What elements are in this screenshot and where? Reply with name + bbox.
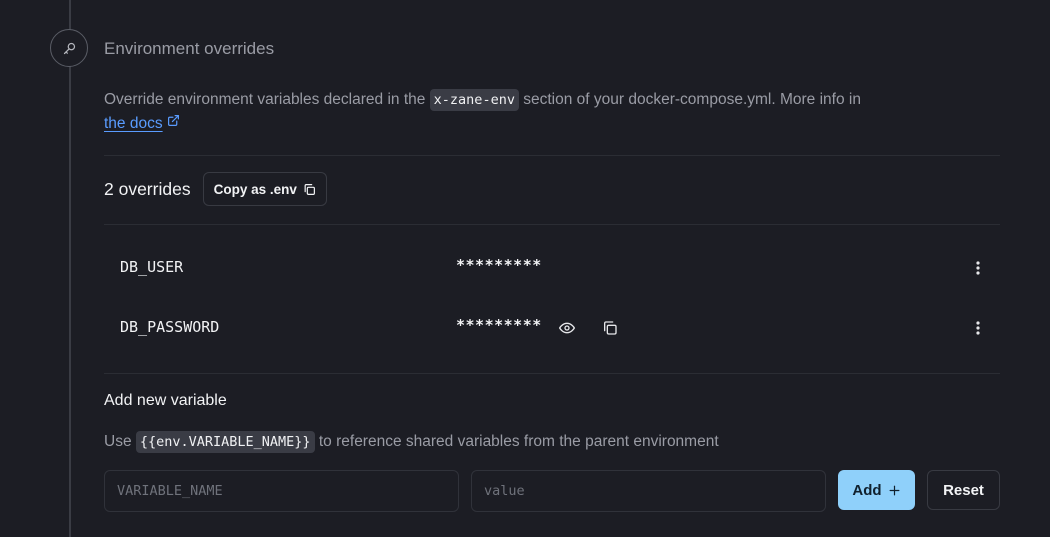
description-text-after: section of your docker-compose.yml. More…	[518, 91, 861, 108]
key-icon	[63, 42, 75, 54]
reset-button[interactable]: Reset	[927, 470, 1000, 510]
overrides-header: 2 overrides Copy as .env	[104, 172, 327, 206]
variable-value: *********	[456, 316, 542, 334]
hint-code-chip: {{env.VARIABLE_NAME}}	[135, 431, 315, 453]
variable-value-input[interactable]	[471, 470, 826, 512]
docs-link[interactable]: the docs	[104, 115, 163, 132]
divider	[104, 373, 1000, 374]
add-variable-title: Add new variable	[104, 392, 227, 409]
more-vertical-icon[interactable]	[970, 318, 986, 338]
hint-text-after: to reference shared variables from the p…	[314, 433, 719, 450]
more-vertical-icon[interactable]	[970, 258, 986, 278]
divider	[104, 224, 1000, 225]
variable-row: DB_USER *********	[104, 248, 1000, 288]
variable-name: DB_USER	[120, 258, 184, 276]
eye-icon[interactable]	[559, 320, 575, 336]
divider	[104, 155, 1000, 156]
copy-as-env-label: Copy as .env	[213, 181, 297, 197]
external-link-icon	[167, 115, 179, 126]
description-text: Override environment variables declared …	[104, 91, 430, 108]
variable-name-input[interactable]	[104, 470, 459, 512]
add-variable-button[interactable]: Add	[838, 470, 915, 510]
environment-overrides-page: Environment overrides Override environme…	[0, 0, 1050, 537]
copy-icon[interactable]	[602, 320, 618, 336]
variable-row: DB_PASSWORD *********	[104, 308, 1000, 348]
section-title: Environment overrides	[104, 39, 275, 58]
timeline-line	[69, 0, 71, 537]
hint-text: Use	[104, 433, 136, 450]
variable-name: DB_PASSWORD	[120, 318, 220, 336]
plus-icon	[889, 485, 900, 495]
add-button-label: Add	[852, 481, 882, 499]
section-description: Override environment variables declared …	[104, 88, 1000, 136]
overrides-count: 2 overrides	[104, 178, 191, 199]
copy-as-env-button[interactable]: Copy as .env	[202, 172, 327, 206]
copy-icon	[304, 183, 315, 195]
variable-value: *********	[456, 256, 542, 274]
add-variable-hint: Use {{env.VARIABLE_NAME}} to reference s…	[104, 430, 719, 454]
timeline-node	[50, 29, 88, 67]
description-code-chip: x-zane-env	[429, 89, 519, 111]
